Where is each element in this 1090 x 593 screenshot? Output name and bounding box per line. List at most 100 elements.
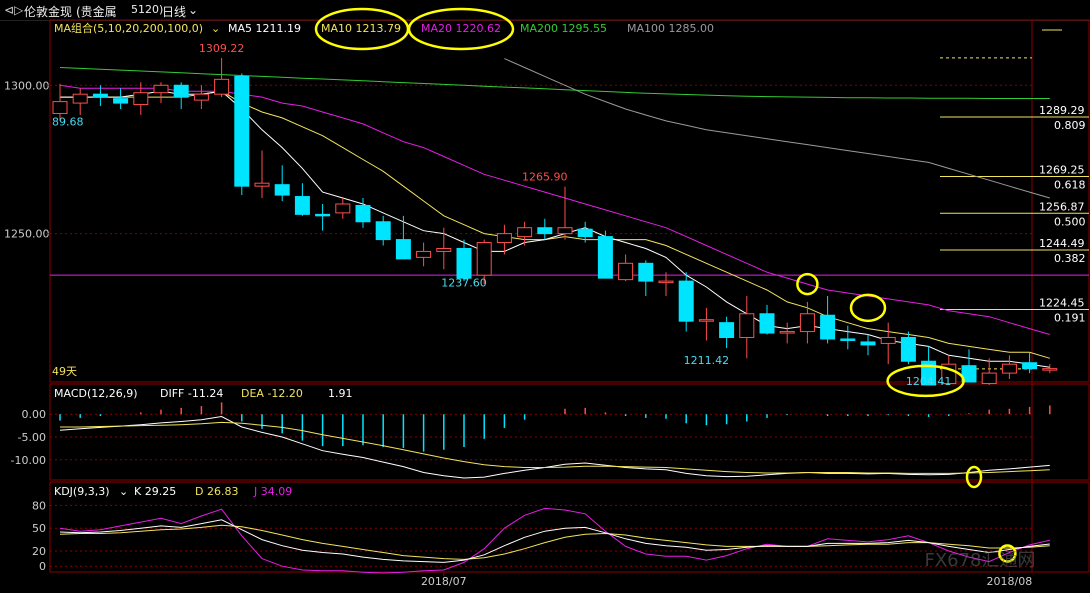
- candle-body: [72, 93, 88, 104]
- candle-body: [597, 236, 613, 279]
- ma-label-ma20: MA20 1220.62: [421, 22, 501, 35]
- price-annotation: 1265.90: [522, 170, 568, 183]
- candle-body: [133, 92, 149, 106]
- candle-body: [820, 314, 836, 340]
- fib-ratio-label: 0.618: [1054, 179, 1086, 192]
- candle-body: [214, 78, 230, 95]
- fib-price-label: 1244.49: [1039, 237, 1085, 250]
- macd-highlight-circle: [965, 465, 983, 489]
- candle-body: [355, 204, 371, 223]
- main-title: MA组合(5,10,20,200,100,0): [54, 21, 203, 35]
- candle-body: [900, 336, 916, 362]
- main-title-chevron: ⌄: [211, 22, 220, 35]
- candle-body: [840, 338, 856, 341]
- ma5-line: [60, 90, 1050, 368]
- candle-body: [759, 313, 775, 334]
- candle-body: [173, 84, 189, 98]
- candle-body: [496, 233, 512, 244]
- macd-label-dea: DEA -12.20: [241, 387, 303, 400]
- candle-body: [537, 227, 553, 235]
- candle-body: [557, 227, 573, 235]
- candle-body: [880, 336, 896, 344]
- price-annotation: 49天: [52, 365, 77, 378]
- candle-body: [375, 221, 391, 241]
- candle-body: [1042, 368, 1058, 371]
- ma-label-ma5: MA5 1211.19: [228, 22, 301, 35]
- x-tick-label: 2018/08: [987, 575, 1033, 588]
- candle-body: [92, 93, 108, 98]
- main-y-tick-label: 1250.00: [4, 228, 50, 241]
- candle-body: [335, 203, 351, 214]
- price-annotation: 1204.41: [906, 375, 952, 388]
- candle-body: [153, 84, 169, 94]
- macd-diff-line: [59, 415, 1050, 479]
- fib-price-label: 1269.25: [1039, 164, 1085, 177]
- candle-body: [193, 93, 209, 101]
- fib-ratio-label: 0.191: [1054, 311, 1086, 324]
- main-y-tick-label: 1300.00: [4, 79, 50, 92]
- ma-label-ma200: MA200 1295.55: [520, 22, 607, 35]
- ma100-line: [504, 58, 1050, 199]
- candle-body: [52, 101, 68, 114]
- candle-body: [113, 98, 129, 104]
- macd-label-diff: DIFF -11.24: [160, 387, 223, 400]
- candle-body: [416, 250, 432, 258]
- fib-price-label: 1224.45: [1039, 296, 1085, 309]
- x-tick-label: 2018/07: [421, 575, 467, 588]
- candle-body: [1022, 362, 1038, 370]
- kdj-y-tick-label: 0: [39, 560, 46, 573]
- candle-body: [274, 184, 290, 196]
- candle-body: [719, 322, 735, 338]
- kdj-label-j: J 34.09: [253, 485, 292, 498]
- candle-body: [799, 313, 815, 333]
- candle-body: [638, 262, 654, 282]
- highlight-circle: [849, 293, 887, 323]
- watermark-logo: FX678汇通网: [924, 550, 1035, 571]
- ma10-line: [60, 90, 1050, 359]
- fib-ratio-label: 0.382: [1054, 252, 1086, 265]
- candle-body: [395, 239, 411, 260]
- candle-body: [860, 341, 876, 346]
- candle-body: [517, 227, 533, 238]
- ma-label-ma10: MA10 1213.79: [321, 22, 401, 35]
- candle-body: [476, 242, 492, 276]
- kdj-d-line: [59, 524, 1050, 560]
- fib-price-label: 1289.29: [1039, 104, 1085, 117]
- candle-body: [234, 75, 250, 187]
- candle-body: [981, 372, 997, 384]
- candle-body: [254, 182, 270, 187]
- macd-label-macd: 1.91: [328, 387, 353, 400]
- macd-title: MACD(12,26,9): [54, 387, 138, 400]
- kdj-y-tick-label: 20: [32, 545, 46, 558]
- fib-price-label: 1256.87: [1039, 200, 1085, 213]
- candle-body: [436, 247, 452, 252]
- fib-ratio-label: 0.809: [1054, 119, 1086, 132]
- price-annotation: 89.68: [52, 115, 84, 128]
- kdj-label-k: K 29.25: [134, 485, 176, 498]
- candle-body: [618, 262, 634, 281]
- candle-body: [658, 280, 674, 284]
- candle-body: [456, 247, 472, 279]
- candle-body: [315, 213, 331, 217]
- fib-ratio-label: 0.500: [1054, 215, 1086, 228]
- macd-y-tick-label: -5.00: [18, 431, 46, 444]
- kdj-title-chevron: ⌄: [119, 485, 128, 498]
- kdj-y-tick-label: 80: [32, 499, 46, 512]
- kdj-label-d: D 26.83: [195, 485, 238, 498]
- candle-body: [294, 196, 310, 215]
- candle-body: [739, 313, 755, 338]
- kdj-title: KDJ(9,3,3): [54, 485, 110, 498]
- macd-y-tick-label: -10.00: [11, 454, 46, 467]
- candle-body: [678, 280, 694, 322]
- kdj-y-tick-label: 50: [32, 522, 46, 535]
- macd-y-tick-label: 0.00: [22, 408, 47, 421]
- candle-body: [1001, 363, 1017, 374]
- candle-body: [779, 331, 795, 334]
- ma20-line: [59, 84, 1050, 335]
- price-annotation: 1237.60: [441, 276, 487, 289]
- candle-body: [577, 228, 593, 238]
- price-annotation: 1309.22: [199, 42, 245, 55]
- candle-body: [698, 319, 714, 322]
- ma-label-ma100: MA100 1285.00: [627, 22, 714, 35]
- price-annotation: 1211.42: [684, 354, 730, 367]
